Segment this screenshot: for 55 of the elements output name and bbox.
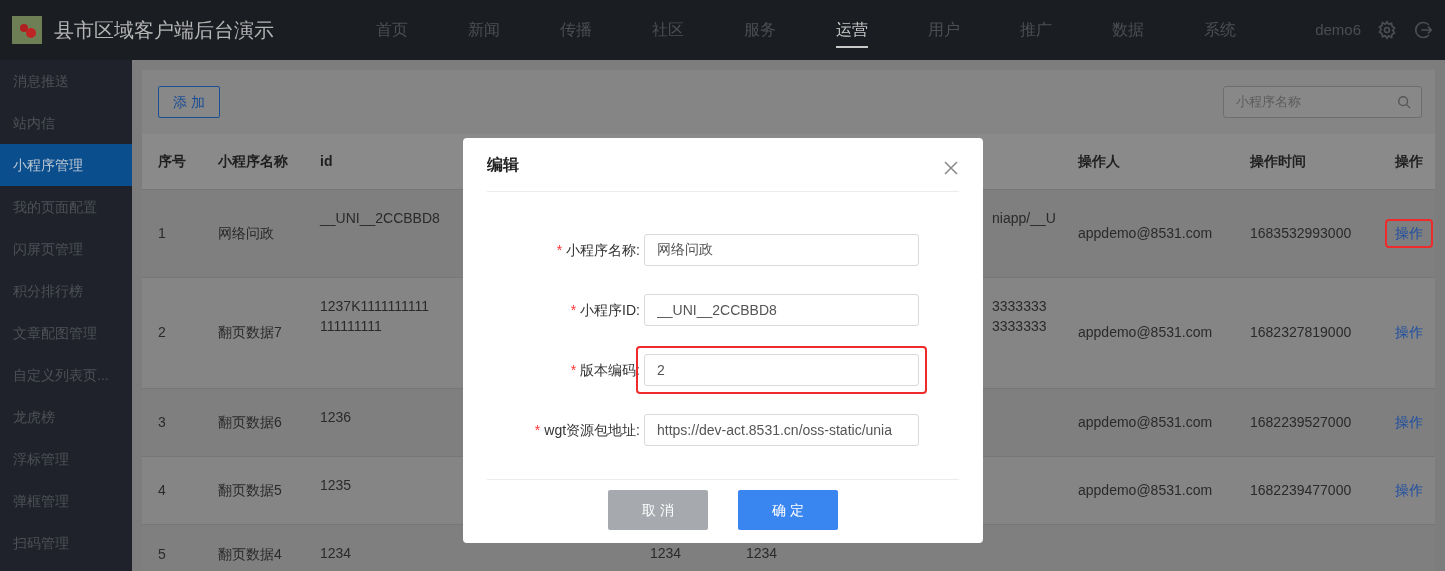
table-cell-text: 1682239527000	[1250, 412, 1352, 432]
table-cell-text: 3	[158, 412, 166, 432]
table-cell-text: 4	[158, 480, 166, 500]
sidebar-item[interactable]: 小程序管理	[0, 144, 132, 186]
table-cell-text: 1235	[320, 475, 352, 495]
input-field[interactable]: https://dev-act.8531.cn/oss-static/unia	[644, 414, 919, 446]
table-cell-text: appdemo@8531.com	[1078, 480, 1213, 500]
field-label: * 小程序ID:	[569, 300, 641, 320]
table-cell-text: 网络问政	[218, 223, 274, 243]
table-cell-text: 1	[158, 223, 166, 243]
table-cell-text: appdemo@8531.com	[1078, 323, 1213, 342]
table-cell-text: 翻页数据4	[218, 544, 282, 564]
nav-tab[interactable]: 运营	[806, 0, 898, 60]
table-cell-text: 1234	[746, 543, 778, 563]
table-cell-text: niapp/__U	[992, 208, 1056, 228]
required-mark: *	[556, 241, 563, 258]
table-cell-text: appdemo@8531.com	[1078, 412, 1213, 432]
column-header: id	[320, 152, 333, 169]
add-button[interactable]: 添 加	[158, 86, 220, 118]
field-label: * 小程序名称:	[555, 240, 641, 260]
input-field[interactable]: 网络问政	[644, 234, 919, 266]
table-cell-text: 1236	[320, 407, 352, 427]
field-label: * 版本编码:	[569, 360, 641, 380]
action-link[interactable]: 操作	[1385, 318, 1433, 347]
input-field[interactable]: __UNI__2CCBBD8	[644, 294, 919, 326]
table-cell-text: 5	[158, 544, 166, 564]
table-cell-text: 1234	[320, 543, 352, 563]
table-cell-text: appdemo@8531.com	[1078, 223, 1213, 243]
table-cell-text: 翻页数据5	[218, 480, 282, 500]
confirm-button[interactable]: 确 定	[738, 490, 838, 530]
column-header: 操作时间	[1250, 152, 1306, 169]
column-header: 序号	[158, 152, 186, 169]
table-cell-text: 1682239477000	[1250, 480, 1352, 500]
table-cell-text: 翻页数据6	[218, 412, 282, 432]
required-mark: *	[570, 361, 577, 378]
input-field[interactable]: 2	[644, 354, 919, 386]
field-label: * wgt资源包地址:	[533, 420, 641, 440]
required-mark: *	[534, 421, 541, 438]
column-header: 操作人	[1078, 152, 1120, 169]
table-cell-text: 2	[158, 323, 166, 342]
action-link[interactable]: 操作	[1385, 475, 1433, 505]
table-cell-text: 3333333 3333333	[992, 296, 1047, 336]
dialog-title: 编辑	[487, 154, 519, 175]
column-header: 小程序名称	[218, 152, 288, 169]
cancel-button[interactable]: 取 消	[608, 490, 708, 530]
table-cell-text: __UNI__2CCBBD8	[320, 208, 440, 228]
table-cell-text: 1234	[650, 543, 682, 563]
action-link[interactable]: 操作	[1385, 218, 1433, 248]
table-cell-text: 翻页数据7	[218, 323, 282, 342]
app-title: 县市区域客户端后台演示	[54, 18, 275, 43]
required-mark: *	[570, 301, 577, 318]
table-cell-text: 1237K1111111111 111111111	[320, 296, 429, 336]
table-cell-text: 1682327819000	[1250, 323, 1352, 342]
column-header: 操作	[1395, 152, 1423, 169]
table-cell-text: 1683532993000	[1250, 223, 1352, 243]
